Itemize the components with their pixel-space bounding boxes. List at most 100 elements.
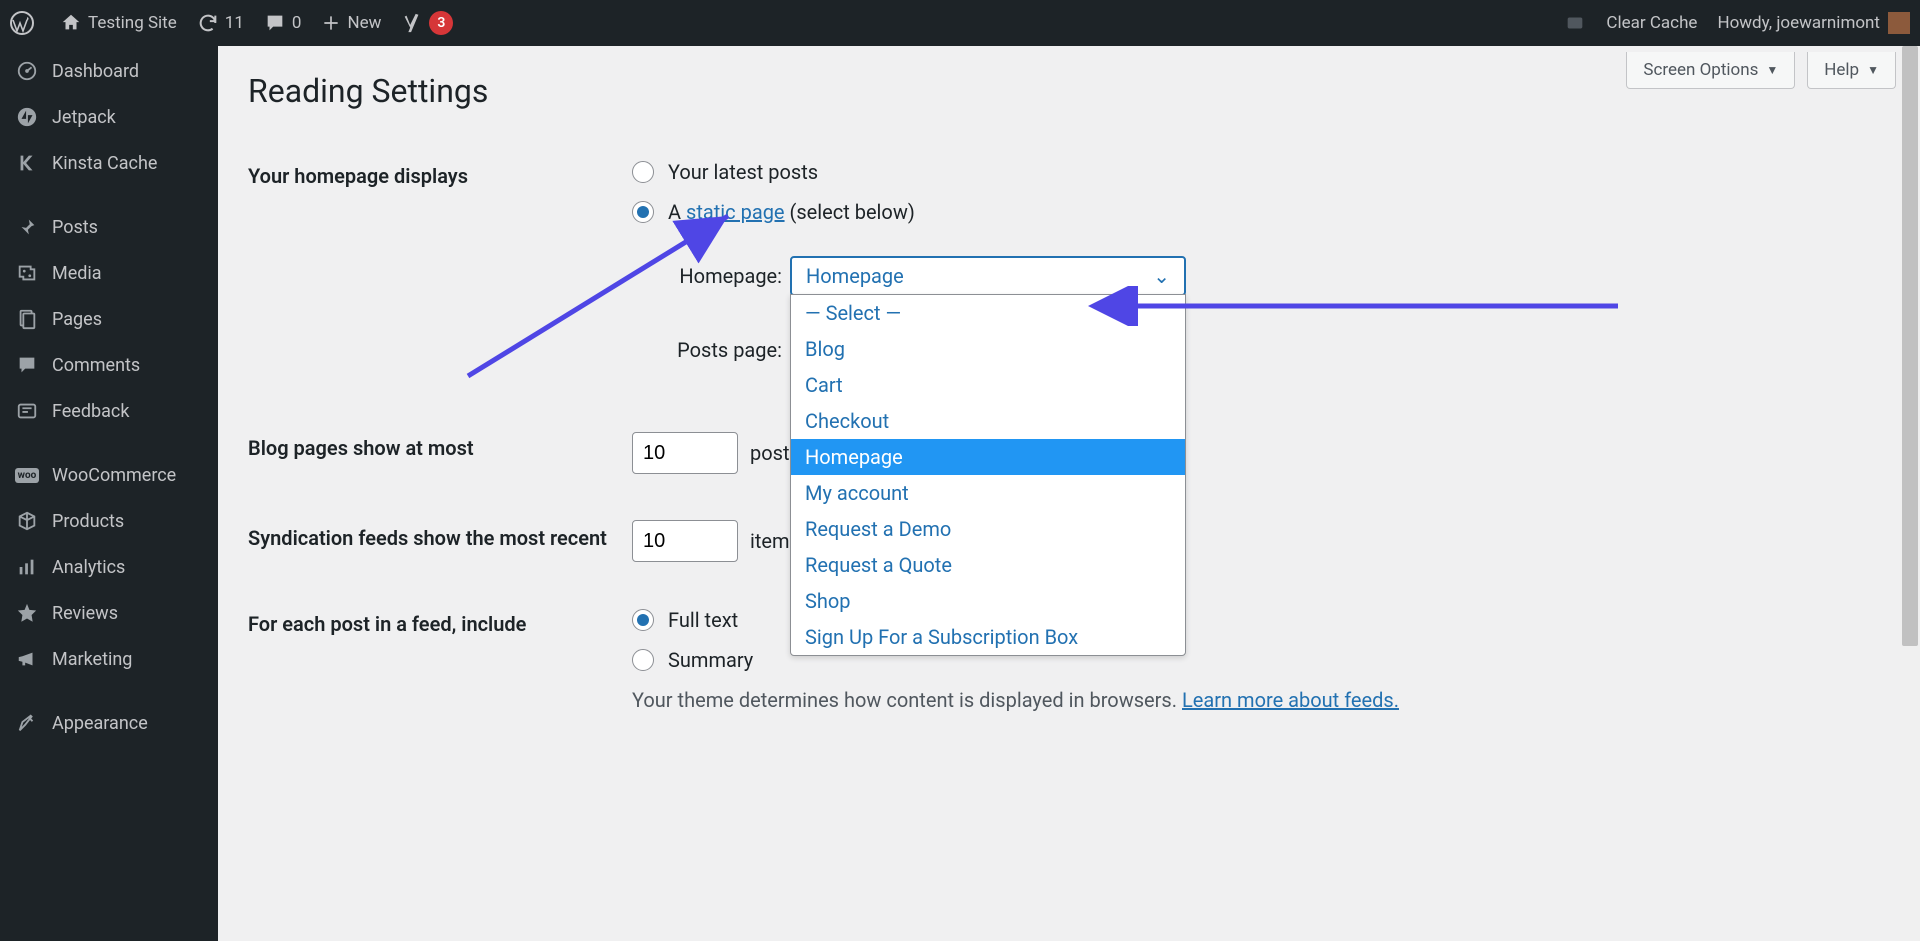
- woo-icon: woo: [14, 462, 40, 488]
- homepage-select-head[interactable]: Homepage⌄: [790, 256, 1186, 296]
- updates-count: 11: [225, 13, 244, 33]
- sidebar-item-reviews[interactable]: Reviews: [0, 590, 218, 636]
- contextual-tabs: Screen Options ▼ Help▼: [1626, 52, 1896, 89]
- sidebar-item-feedback[interactable]: Feedback: [0, 388, 218, 434]
- sidebar-item-label: Pages: [52, 309, 102, 330]
- homepage-displays-label: Your homepage displays: [248, 160, 632, 188]
- screen-options-label: Screen Options: [1643, 60, 1758, 80]
- radio-summary[interactable]: [632, 649, 654, 671]
- wp-logo[interactable]: [0, 0, 50, 46]
- sidebar-item-label: Analytics: [52, 557, 125, 578]
- radio-static-page[interactable]: [632, 201, 654, 223]
- sidebar-item-label: Products: [52, 511, 124, 532]
- megaphone-icon: [14, 646, 40, 672]
- homepage-select[interactable]: Homepage⌄ — Select —BlogCartCheckoutHome…: [790, 256, 1186, 296]
- radio-full-text-label: Full text: [668, 608, 738, 632]
- syndication-label: Syndication feeds show the most recent: [248, 520, 632, 552]
- syndication-input[interactable]: [632, 520, 738, 562]
- comments-count: 0: [292, 13, 302, 33]
- sidebar-item-posts[interactable]: Posts: [0, 204, 218, 250]
- sidebar-item-analytics[interactable]: Analytics: [0, 544, 218, 590]
- sidebar-item-label: Dashboard: [52, 61, 139, 82]
- yoast-link[interactable]: 3: [391, 0, 463, 46]
- sidebar-item-label: Feedback: [52, 401, 129, 422]
- homepage-option[interactable]: Shop: [791, 583, 1185, 619]
- clear-cache-label: Clear Cache: [1606, 13, 1697, 33]
- admin-toolbar: Testing Site 11 0 New 3 Clear Cache Howd…: [0, 0, 1920, 46]
- static-page-link[interactable]: static page: [686, 200, 785, 224]
- sidebar-item-pages[interactable]: Pages: [0, 296, 218, 342]
- sidebar-item-jetpack[interactable]: Jetpack: [0, 94, 218, 140]
- radio-latest-label: Your latest posts: [668, 160, 818, 184]
- comment-icon: [264, 12, 286, 34]
- yoast-icon: [401, 12, 423, 34]
- sidebar-item-label: WooCommerce: [52, 465, 176, 486]
- feedback-icon: [14, 398, 40, 424]
- chevron-down-icon: ▼: [1766, 63, 1778, 77]
- notifications-icon[interactable]: [1554, 0, 1596, 46]
- sidebar-item-media[interactable]: Media: [0, 250, 218, 296]
- content-area: Screen Options▼ Help▼ Reading Settings Y…: [218, 46, 1920, 941]
- radio-static-label: A static page (select below): [668, 200, 915, 224]
- homepage-option[interactable]: My account: [791, 475, 1185, 511]
- learn-more-feeds-link[interactable]: Learn more about feeds.: [1182, 688, 1399, 712]
- clear-cache-link[interactable]: Clear Cache: [1596, 0, 1707, 46]
- media-icon: [14, 260, 40, 286]
- postspage-select-label: Posts page:: [654, 338, 782, 362]
- homepage-option[interactable]: Homepage: [791, 439, 1185, 475]
- scrollbar-thumb[interactable]: [1902, 46, 1918, 646]
- feed-include-label: For each post in a feed, include: [248, 608, 632, 636]
- sidebar-item-marketing[interactable]: Marketing: [0, 636, 218, 682]
- new-link[interactable]: New: [311, 0, 391, 46]
- homepage-option[interactable]: Sign Up For a Subscription Box: [791, 619, 1185, 655]
- updates-icon: [197, 12, 219, 34]
- products-icon: [14, 508, 40, 534]
- comment-icon: [14, 352, 40, 378]
- sidebar-item-comments[interactable]: Comments: [0, 342, 218, 388]
- sidebar-item-dashboard[interactable]: Dashboard: [0, 48, 218, 94]
- sidebar-item-label: Jetpack: [52, 107, 116, 128]
- homepage-option[interactable]: Request a Quote: [791, 547, 1185, 583]
- analytics-icon: [14, 554, 40, 580]
- yoast-badge: 3: [429, 11, 453, 35]
- sidebar-item-label: Marketing: [52, 649, 132, 670]
- help-tab[interactable]: Help▼: [1807, 52, 1896, 89]
- sidebar-item-kinsta[interactable]: Kinsta Cache: [0, 140, 218, 186]
- updates-link[interactable]: 11: [187, 0, 254, 46]
- sidebar-item-label: Media: [52, 263, 102, 284]
- plus-icon: [321, 13, 341, 33]
- admin-sidebar: Dashboard Jetpack Kinsta Cache Posts Media Pa…: [0, 46, 218, 941]
- screen-options-tab[interactable]: Screen Options ▼: [1626, 52, 1795, 89]
- sidebar-item-label: Reviews: [52, 603, 118, 624]
- radio-full-text[interactable]: [632, 609, 654, 631]
- sidebar-item-appearance[interactable]: Appearance: [0, 700, 218, 746]
- homepage-select-dropdown: — Select —BlogCartCheckoutHomepageMy acc…: [790, 294, 1186, 656]
- howdy-text: Howdy, joewarnimont: [1717, 13, 1880, 33]
- blog-pages-input[interactable]: [632, 432, 738, 474]
- homepage-option[interactable]: Request a Demo: [791, 511, 1185, 547]
- sidebar-item-label: Kinsta Cache: [52, 153, 157, 174]
- homepage-option[interactable]: Checkout: [791, 403, 1185, 439]
- star-icon: [14, 600, 40, 626]
- homepage-option[interactable]: — Select —: [791, 295, 1185, 331]
- appearance-icon: [14, 710, 40, 736]
- homepage-option[interactable]: Blog: [791, 331, 1185, 367]
- pin-icon: [14, 214, 40, 240]
- site-name-link[interactable]: Testing Site: [50, 0, 187, 46]
- sidebar-item-label: Posts: [52, 217, 98, 238]
- scrollbar[interactable]: [1900, 46, 1920, 941]
- account-link[interactable]: Howdy, joewarnimont: [1707, 0, 1920, 46]
- dashboard-icon: [14, 58, 40, 84]
- blog-pages-label: Blog pages show at most: [248, 432, 632, 460]
- radio-latest-posts[interactable]: [632, 161, 654, 183]
- sidebar-item-products[interactable]: Products: [0, 498, 218, 544]
- sidebar-item-woo[interactable]: woo WooCommerce: [0, 452, 218, 498]
- wordpress-icon: [10, 11, 34, 35]
- jetpack-icon: [14, 104, 40, 130]
- help-label: Help: [1824, 60, 1859, 80]
- home-icon: [60, 12, 82, 34]
- radio-summary-label: Summary: [668, 648, 753, 672]
- homepage-option[interactable]: Cart: [791, 367, 1185, 403]
- homepage-select-value: Homepage: [806, 264, 904, 288]
- comments-link[interactable]: 0: [254, 0, 312, 46]
